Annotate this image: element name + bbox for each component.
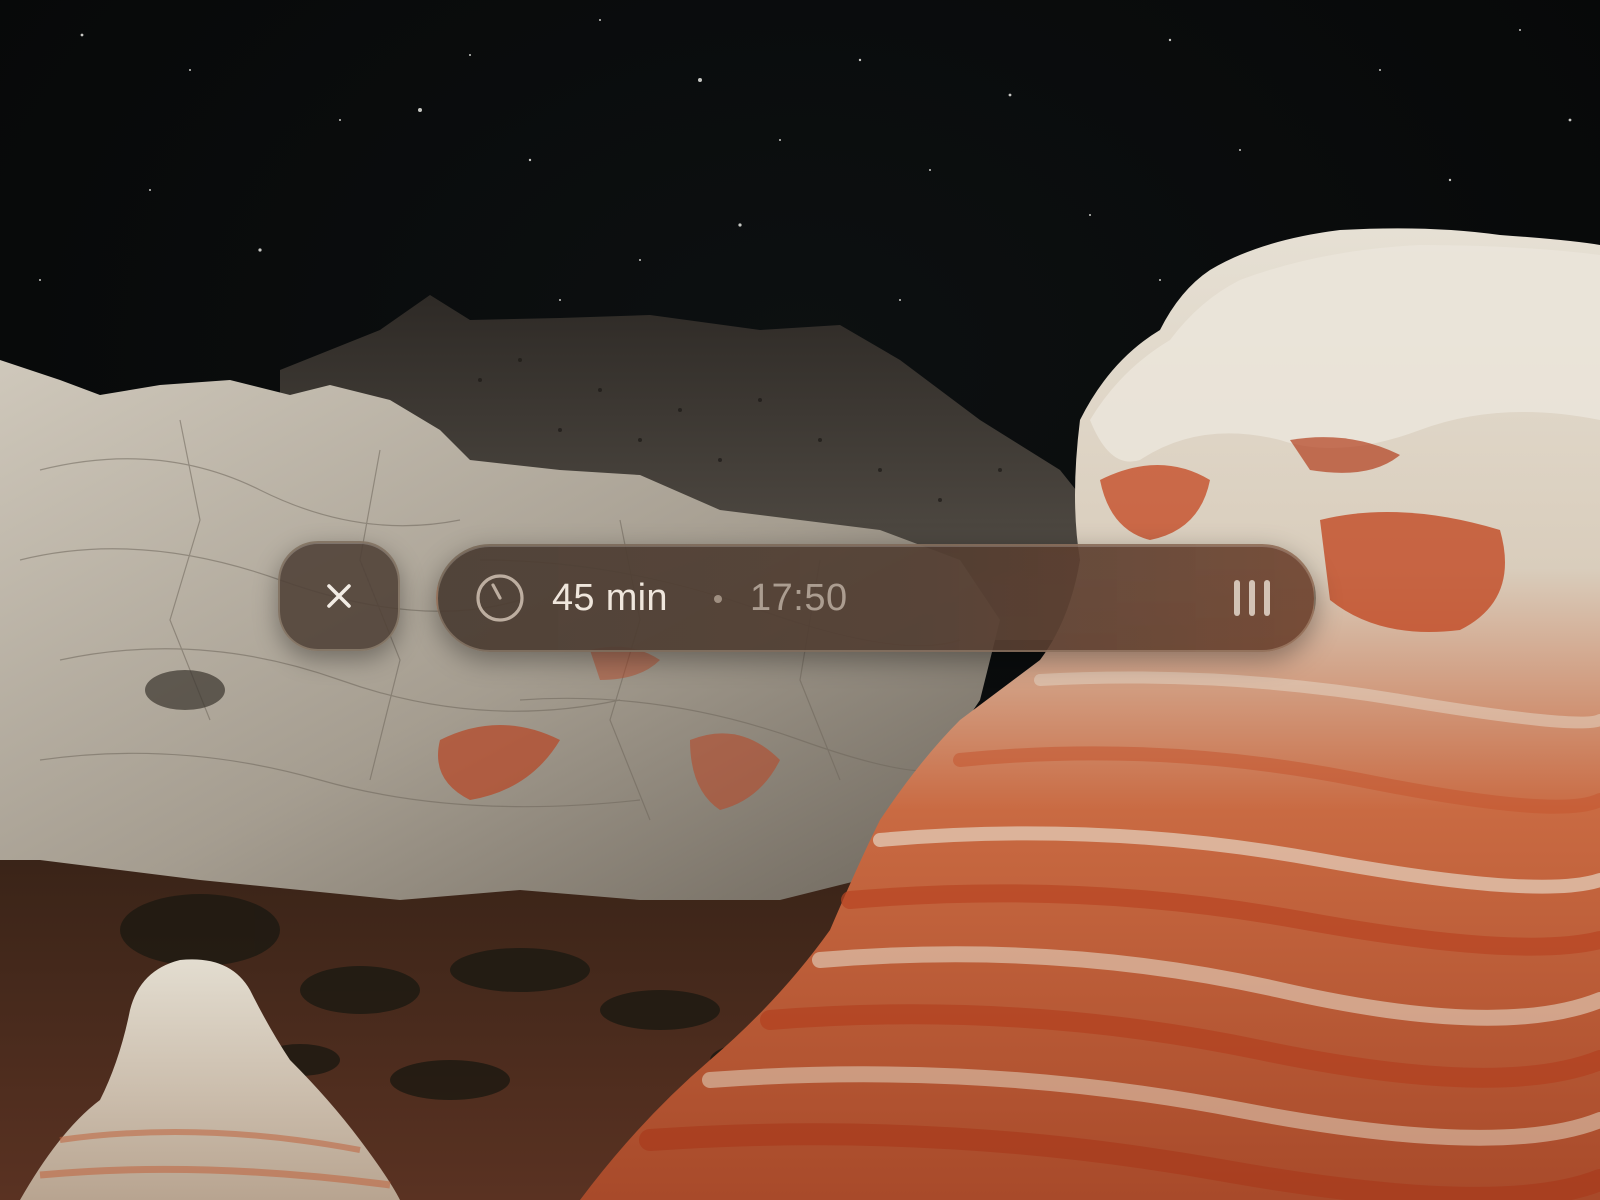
timer-duration: 45 min xyxy=(552,577,668,619)
timer-icon xyxy=(476,574,524,622)
close-icon xyxy=(327,584,351,608)
timer-pill[interactable]: 45 min 17:50 xyxy=(436,544,1316,652)
bars-icon[interactable] xyxy=(1230,578,1274,618)
close-button[interactable] xyxy=(278,541,400,651)
timer-end-time: 17:50 xyxy=(750,577,848,619)
dot-separator xyxy=(714,595,722,603)
